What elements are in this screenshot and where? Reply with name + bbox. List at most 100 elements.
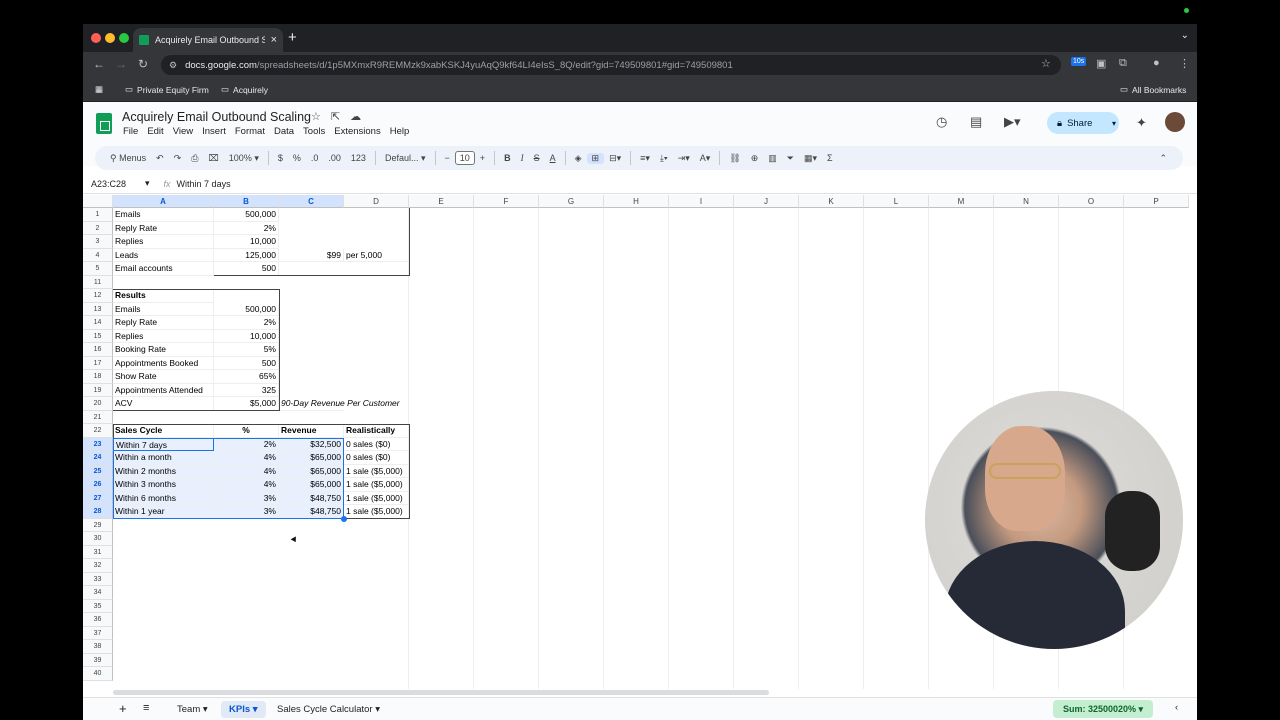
row-header[interactable]: 22: [83, 424, 113, 438]
column-header-g[interactable]: G: [539, 195, 604, 208]
reload-icon[interactable]: ↻: [138, 57, 148, 71]
extension-badge-icon[interactable]: 10s: [1071, 57, 1087, 66]
row-header[interactable]: 14: [83, 316, 113, 330]
comments-icon[interactable]: ▤: [970, 114, 982, 130]
borders-icon[interactable]: ⊞: [586, 152, 605, 164]
font-select[interactable]: Defaul... ▾: [380, 153, 431, 164]
redo-icon[interactable]: ↷: [169, 153, 187, 164]
search-menus-button[interactable]: ⚲ Menus: [105, 153, 151, 164]
close-window-button[interactable]: [91, 33, 101, 43]
bookmark-private-equity[interactable]: ▭ Private Equity Firm: [125, 84, 209, 95]
column-header-m[interactable]: M: [929, 195, 994, 208]
extensions-puzzle-icon[interactable]: ⧉: [1119, 57, 1127, 70]
url-input[interactable]: ⚙ docs.google.com/spreadsheets/d/1p5MXmx…: [161, 55, 1061, 75]
cell[interactable]: Email accounts: [113, 262, 214, 276]
row-header[interactable]: 31: [83, 545, 113, 559]
column-header-n[interactable]: N: [994, 195, 1059, 208]
menu-help[interactable]: Help: [390, 126, 410, 137]
increase-decimal-button[interactable]: .00: [323, 153, 346, 163]
menu-extensions[interactable]: Extensions: [334, 126, 380, 137]
row-header[interactable]: 28: [83, 505, 113, 519]
row-header[interactable]: 33: [83, 572, 113, 586]
row-header[interactable]: 38: [83, 640, 113, 654]
increase-font-size-icon[interactable]: +: [475, 153, 490, 163]
row-header[interactable]: 39: [83, 653, 113, 667]
menu-file[interactable]: File: [123, 126, 138, 137]
meet-icon[interactable]: ▶▾: [1004, 114, 1021, 130]
row-header[interactable]: 1: [83, 208, 113, 222]
row-header[interactable]: 17: [83, 356, 113, 370]
row-header[interactable]: 24: [83, 451, 113, 465]
cell[interactable]: Leads: [113, 248, 214, 262]
star-icon[interactable]: ☆: [311, 110, 321, 123]
paint-format-icon[interactable]: ⌧: [203, 153, 223, 164]
sheet-tab-sales-cycle-calculator[interactable]: Sales Cycle Calculator ▾: [269, 701, 388, 718]
row-header[interactable]: 2: [83, 221, 113, 235]
menu-data[interactable]: Data: [274, 126, 294, 137]
move-folder-icon[interactable]: ⇱: [331, 110, 340, 123]
bookmark-acquirely[interactable]: ▭ Acquirely: [221, 84, 268, 95]
sheets-logo-icon[interactable]: [96, 113, 112, 134]
row-header[interactable]: 18: [83, 370, 113, 384]
maximize-window-button[interactable]: [119, 33, 129, 43]
row-header[interactable]: 13: [83, 302, 113, 316]
cell[interactable]: Emails: [113, 208, 214, 222]
bookmark-star-icon[interactable]: ☆: [1041, 57, 1051, 70]
profile-icon[interactable]: ●: [1153, 57, 1160, 69]
site-info-icon[interactable]: ⚙: [169, 60, 177, 71]
name-box-dropdown-icon[interactable]: ▾: [145, 178, 150, 189]
menu-tools[interactable]: Tools: [303, 126, 325, 137]
sheet-tab-team[interactable]: Team ▾: [169, 701, 216, 718]
font-size-input[interactable]: 10: [454, 151, 475, 165]
cell[interactable]: 90-Day Revenue Per Customer: [279, 397, 400, 411]
all-bookmarks[interactable]: ▭ All Bookmarks: [1120, 84, 1186, 95]
decrease-decimal-button[interactable]: .0: [306, 153, 324, 163]
column-header-j[interactable]: J: [734, 195, 799, 208]
cell[interactable]: Replies: [113, 235, 214, 249]
cell[interactable]: Reply Rate: [113, 221, 214, 235]
strikethrough-icon[interactable]: S: [529, 153, 545, 163]
row-header[interactable]: 37: [83, 626, 113, 640]
column-header-f[interactable]: F: [474, 195, 539, 208]
back-icon[interactable]: ←: [93, 57, 105, 71]
filter-views-icon[interactable]: ▦▾: [799, 153, 822, 164]
row-header[interactable]: 30: [83, 532, 113, 546]
column-header-b[interactable]: B: [214, 195, 279, 208]
row-header[interactable]: 20: [83, 397, 113, 411]
row-header[interactable]: 32: [83, 559, 113, 573]
name-box[interactable]: A23:C28: [83, 179, 145, 189]
column-header-d[interactable]: D: [344, 195, 409, 208]
menu-edit[interactable]: Edit: [147, 126, 163, 137]
all-sheets-icon[interactable]: ≡: [143, 702, 149, 714]
row-header[interactable]: 26: [83, 478, 113, 492]
new-tab-icon[interactable]: +: [288, 29, 297, 46]
row-header[interactable]: 11: [83, 275, 113, 289]
browser-tab[interactable]: Acquirely Email Outbound Sc ×: [133, 28, 283, 52]
close-tab-icon[interactable]: ×: [271, 34, 277, 46]
menu-format[interactable]: Format: [235, 126, 265, 137]
menu-view[interactable]: View: [173, 126, 193, 137]
text-wrapping-icon[interactable]: ⇥▾: [673, 153, 695, 164]
apps-icon[interactable]: ▦: [95, 84, 103, 95]
zoom-select[interactable]: 100% ▾: [224, 153, 264, 164]
column-header-e[interactable]: E: [409, 195, 474, 208]
insert-comment-icon[interactable]: ⊕: [746, 153, 764, 164]
filter-icon[interactable]: ⏷: [782, 153, 799, 164]
column-header-p[interactable]: P: [1124, 195, 1189, 208]
currency-format-button[interactable]: $: [273, 153, 288, 163]
extension-icon[interactable]: ▣: [1096, 57, 1106, 70]
formula-input[interactable]: Within 7 days: [177, 179, 231, 189]
row-header[interactable]: 3: [83, 235, 113, 249]
row-header[interactable]: 21: [83, 410, 113, 424]
merge-cells-icon[interactable]: ⊟▾: [604, 153, 626, 164]
menu-insert[interactable]: Insert: [202, 126, 226, 137]
row-header[interactable]: 25: [83, 464, 113, 478]
row-header[interactable]: 23: [83, 437, 113, 451]
insert-link-icon[interactable]: ⛓: [724, 153, 745, 164]
sum-indicator[interactable]: Sum: 32500020% ▾: [1053, 700, 1153, 718]
column-header-k[interactable]: K: [799, 195, 864, 208]
fill-color-icon[interactable]: ◈: [570, 153, 587, 164]
row-header[interactable]: 40: [83, 667, 113, 681]
share-dropdown-icon[interactable]: ▾: [1107, 112, 1121, 134]
tab-search-icon[interactable]: ⌄: [1181, 30, 1189, 41]
